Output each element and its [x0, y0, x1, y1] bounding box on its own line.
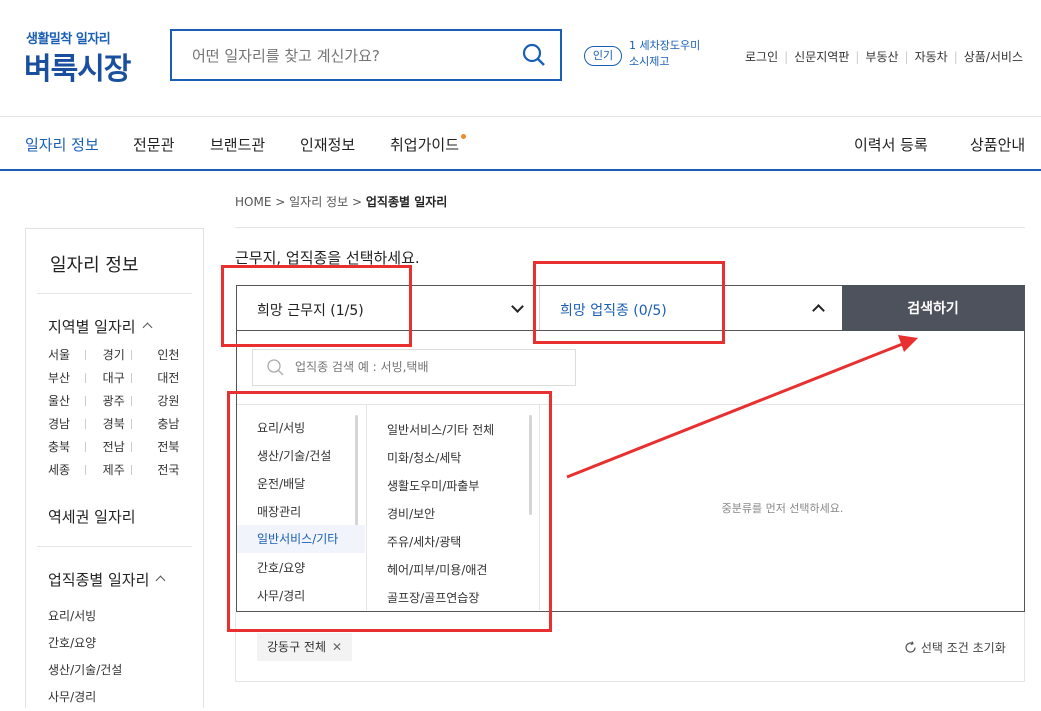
annotation-arrow — [566, 335, 918, 479]
